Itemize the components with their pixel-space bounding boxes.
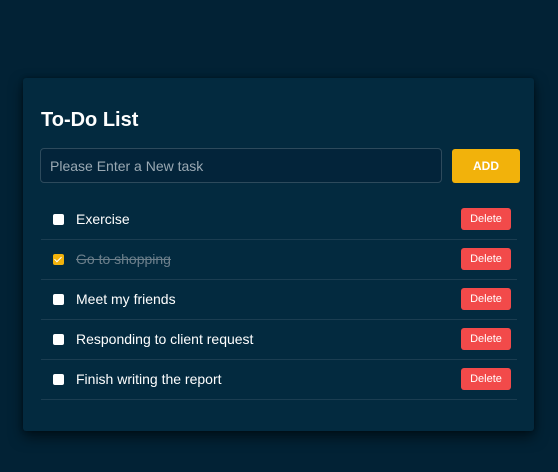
task-item-finish-writing-the-report: Finish writing the report Delete [41,360,517,400]
task-label: Meet my friends [76,291,176,307]
task-label: Responding to client request [76,331,254,347]
new-task-input[interactable] [40,148,442,183]
task-checkbox[interactable] [53,214,64,225]
checkmark-icon [54,254,62,263]
page-title: To-Do List [41,109,139,131]
task-item-meet-my-friends: Meet my friends Delete [41,280,517,320]
task-label: Finish writing the report [76,371,222,387]
task-checkbox[interactable] [53,294,64,305]
delete-task-button[interactable]: Delete [461,248,511,270]
delete-task-button[interactable]: Delete [461,368,511,390]
add-task-button[interactable]: ADD [452,149,520,183]
delete-task-button[interactable]: Delete [461,208,511,230]
task-item-go-to-shopping: Go to shopping Delete [41,240,517,280]
delete-task-button[interactable]: Delete [461,328,511,350]
task-item-responding-to-client-request: Responding to client request Delete [41,320,517,360]
task-label-completed: Go to shopping [76,251,171,267]
task-checkbox[interactable] [53,374,64,385]
todo-card: To-Do List ADD Exercise Delete Go to sho… [23,78,534,431]
task-label: Exercise [76,211,130,227]
task-checkbox-checked[interactable] [53,254,64,265]
task-checkbox[interactable] [53,334,64,345]
delete-task-button[interactable]: Delete [461,288,511,310]
task-list: Exercise Delete Go to shopping Delete Me… [41,200,517,400]
task-item-exercise: Exercise Delete [41,200,517,240]
